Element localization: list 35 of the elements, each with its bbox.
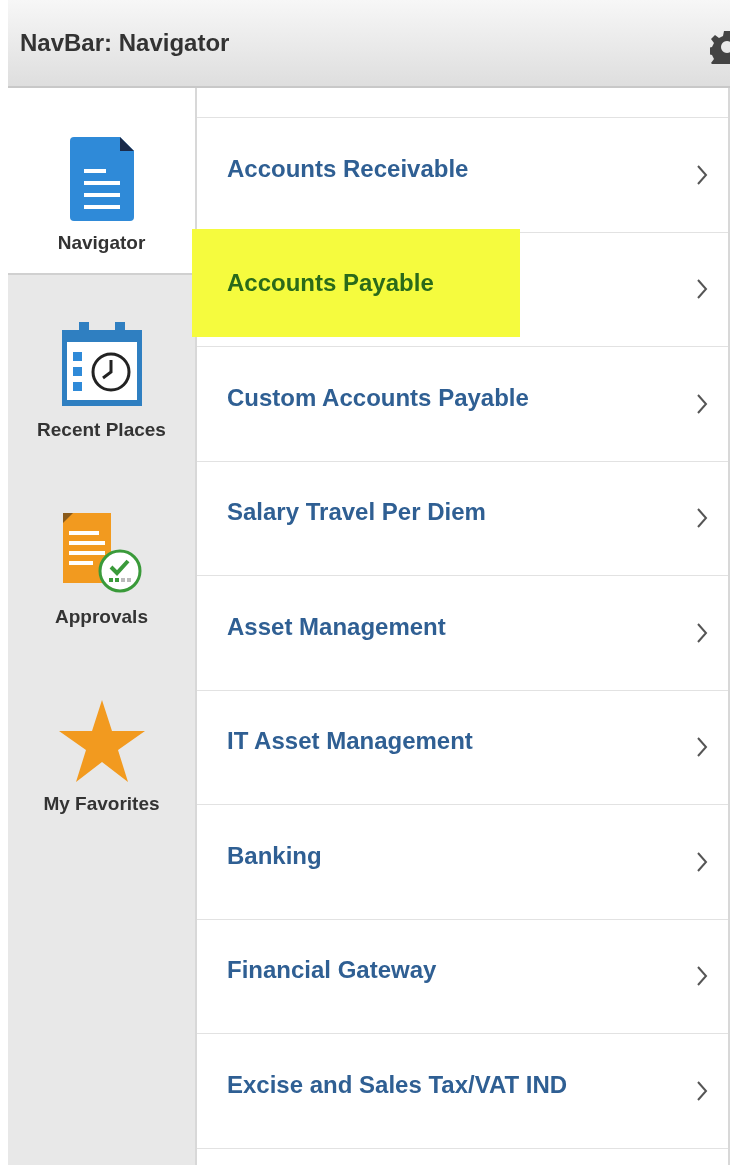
sidebar-tab[interactable]: Navigator bbox=[8, 88, 195, 275]
chevron-right-icon bbox=[696, 736, 708, 759]
menu-item-label: Asset Management bbox=[226, 611, 446, 642]
menu-item[interactable]: Asset Management bbox=[197, 576, 728, 691]
menu-item[interactable]: Excise and Sales Tax/VAT IND bbox=[197, 1034, 728, 1149]
sidebar-tab-label: Navigator bbox=[57, 231, 146, 255]
chevron-right-icon bbox=[696, 392, 708, 415]
menu-item[interactable]: Custom Accounts Payable bbox=[197, 347, 728, 462]
menu-item[interactable]: IT Asset Management bbox=[197, 690, 728, 805]
sidebar-tab-label: Recent Places bbox=[37, 418, 166, 442]
menu-item-label: Accounts Payable bbox=[192, 229, 520, 338]
menu-item-label: Financial Gateway bbox=[226, 955, 437, 986]
menu-item-label: Excise and Sales Tax/VAT IND bbox=[226, 1069, 568, 1100]
menu-item-label: Accounts Receivable bbox=[226, 153, 469, 184]
menu-item-label: IT Asset Management bbox=[226, 726, 473, 757]
menu-item[interactable]: Banking bbox=[197, 805, 728, 920]
chevron-right-icon bbox=[696, 278, 708, 301]
menu-item[interactable]: Financial Gateway bbox=[197, 919, 728, 1034]
page-title: NavBar: Navigator bbox=[20, 28, 230, 58]
menu-item-label: Banking bbox=[226, 840, 322, 871]
chevron-right-icon bbox=[696, 850, 708, 873]
calendar-clock-icon bbox=[60, 322, 143, 408]
chevron-right-icon bbox=[696, 621, 708, 644]
menu-item-label: Custom Accounts Payable bbox=[226, 382, 529, 413]
chevron-right-icon bbox=[696, 1079, 708, 1102]
menu-item-label: Salary Travel Per Diem bbox=[226, 497, 486, 528]
chevron-right-icon bbox=[696, 965, 708, 988]
menu-item[interactable]: Salary Travel Per Diem bbox=[197, 461, 728, 576]
document-icon bbox=[69, 137, 134, 221]
sidebar-tab-label: Approvals bbox=[55, 605, 148, 629]
star-icon bbox=[58, 700, 145, 782]
chevron-right-icon bbox=[696, 163, 708, 186]
chevron-right-icon bbox=[696, 507, 708, 530]
sidebar-tab-label: My Favorites bbox=[43, 792, 160, 816]
menu-item[interactable]: Accounts Payable bbox=[197, 232, 728, 347]
